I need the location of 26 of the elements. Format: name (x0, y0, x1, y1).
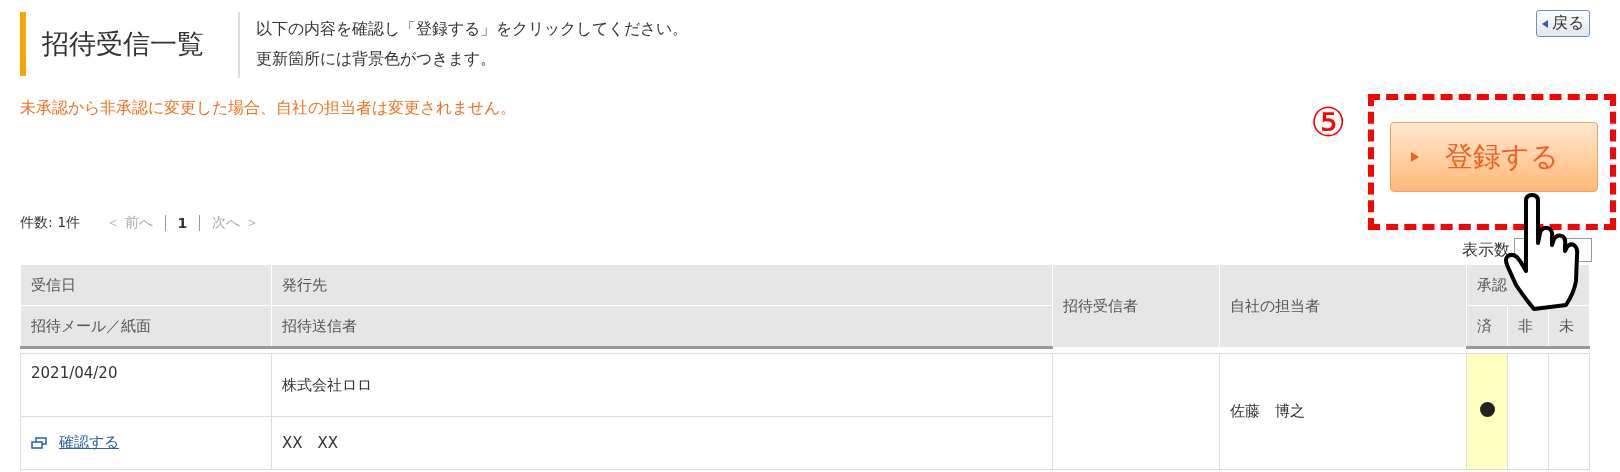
column-header: 招待送信者 (271, 305, 1053, 348)
column-header: 招待受信者 (1052, 264, 1220, 348)
column-header: 済 (1466, 305, 1508, 348)
back-button[interactable]: 戻る (1536, 10, 1590, 37)
selected-dot-icon (1479, 402, 1495, 417)
window-icon (31, 436, 47, 449)
approval-cell[interactable] (1507, 353, 1549, 470)
step-number: ⑤ (1310, 102, 1346, 142)
column-header: 発行先 (271, 264, 1053, 306)
approval-cell[interactable] (1548, 353, 1590, 470)
accent-bar (20, 12, 26, 76)
page-title: 招待受信一覧 (42, 27, 204, 61)
confirm-link[interactable]: 確認する (59, 433, 119, 453)
display-count-label: 表示数 (1462, 239, 1510, 261)
approval-cell[interactable] (1466, 353, 1508, 470)
result-count: 件数: 1件 (20, 214, 81, 232)
table-cell: 2021/04/20 (20, 353, 272, 417)
notice-text: 未承認から非承認に変更した場合、自社の担当者は変更されません。 (20, 98, 516, 119)
column-header: 自社の担当者 (1219, 264, 1467, 348)
column-header: 受信日 (20, 264, 272, 306)
instruction-text: 以下の内容を確認し「登録する」をクリックしてください。 (256, 18, 688, 40)
column-header: 招待メール／紙面 (20, 305, 272, 348)
table-cell: 株式会社ロロ (271, 353, 1053, 417)
instruction-text: 更新箇所には背景色がつきます。 (256, 48, 497, 70)
page-number[interactable]: 1 (164, 215, 201, 231)
table-cell: 佐藤 博之 (1219, 353, 1467, 470)
